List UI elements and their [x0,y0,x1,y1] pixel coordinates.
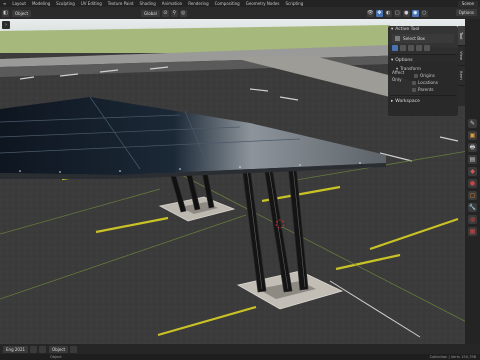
divider [390,54,456,55]
mode-invert-icon[interactable] [416,44,422,51]
tab-compositing[interactable]: Compositing [212,0,243,7]
affect-only-row: Affect Only Origins [388,70,458,82]
mode-selector[interactable]: Object [49,345,69,353]
proportional-edit-icon[interactable]: ◎ [179,9,187,17]
locations-checkbox[interactable] [412,80,416,85]
overlays-icon[interactable]: ◐ [384,9,392,17]
gizmo-icon[interactable]: ✥ [375,9,383,17]
parents-row: Parents [388,86,458,93]
modifier-properties-icon[interactable]: 🔧 [468,203,477,212]
status-bar: Object Collection | Verts 150,798 [0,354,480,360]
tab-tool[interactable]: Tool [458,26,465,46]
output-properties-icon[interactable]: 🖶 [468,143,477,152]
parents-checkbox[interactable] [412,87,416,92]
keyframe-icon[interactable] [39,345,47,353]
select-mode-row [388,43,458,52]
chevron-down-icon: ▾ [391,58,394,63]
scene-selector[interactable]: Scene [457,0,478,7]
tab-uv-editing[interactable]: UV Editing [78,0,105,7]
object-menu[interactable]: Object [12,9,32,17]
scene-properties-icon[interactable]: ◆ [468,167,477,176]
object-properties-icon[interactable]: ▢ [468,191,477,200]
mode-set-icon[interactable] [392,44,398,51]
tab-modeling[interactable]: Modeling [29,0,53,7]
select-box-icon [395,36,400,41]
mode-subtract-icon[interactable] [408,44,414,51]
render-properties-icon[interactable]: ▣ [468,131,477,140]
snap-icon[interactable]: ⚲ [170,9,178,17]
tab-scripting[interactable]: Scripting [282,0,306,7]
workspace-header: Workspace [395,99,420,104]
tab-view[interactable]: View [458,46,465,66]
workspace-section[interactable]: ▸ Workspace [388,98,458,106]
blender-window: ≡ Layout Modeling Sculpting UV Editing T… [0,0,480,360]
playback-icon[interactable] [30,345,38,353]
material-properties-icon[interactable]: ◍ [468,215,477,224]
tab-geometry-nodes[interactable]: Geometry Nodes [243,0,283,7]
shading-material-icon[interactable]: ◉ [411,9,419,17]
xray-icon[interactable]: ▢ [393,9,401,17]
options-header: Options [395,58,413,63]
options-button[interactable]: Options [455,9,477,16]
shading-rendered-icon[interactable]: ○ [420,9,428,17]
select-box-tool[interactable]: Select Box [392,34,454,43]
chevron-right-icon: ▸ [391,99,394,104]
mode-intersect-icon[interactable] [424,44,430,51]
parents-label: Parents [418,87,434,92]
visibility-icon[interactable]: 👁 [366,9,374,17]
tab-rendering[interactable]: Rendering [185,0,211,7]
tab-texture-paint[interactable]: Texture Paint [105,0,137,7]
chevron-down-icon: ▾ [391,27,394,32]
scene-name[interactable]: Scene [457,0,478,7]
origins-checkbox[interactable] [414,73,418,78]
active-tool-section[interactable]: ▾ Active Tool [388,26,458,34]
status-stats: Collection | Verts 150,798 [429,355,476,359]
world-properties-icon[interactable]: ● [468,179,477,188]
status-left-text: Object [50,355,62,359]
properties-tab-strip: ✎ ▣ 🖶 ▤ ◆ ● ▢ 🔧 ◍ ▦ [465,19,480,352]
texture-properties-icon[interactable]: ▦ [468,227,477,236]
divider [390,95,456,96]
timeline-bar: Eng 2021 Object [0,344,480,354]
pivot-icon[interactable]: ⊙ [161,9,169,17]
render-engine-field[interactable]: Eng 2021 [3,345,29,353]
shading-solid-icon[interactable]: ● [402,9,410,17]
toolbar-toggle-icon[interactable]: › [2,21,10,29]
mode-extend-icon[interactable] [400,44,406,51]
tab-item[interactable]: Item [458,66,465,86]
workspace-tab-bar: ≡ Layout Modeling Sculpting UV Editing T… [0,0,480,7]
editor-type-icon[interactable]: ◧ [2,9,9,17]
origins-label: Origins [420,73,435,78]
affect-only-label: Affect Only [392,69,405,82]
sidebar-tool-panel: ▾ Active Tool Select Box ▾ Options ▾ Tra… [388,26,458,116]
locations-label: Locations [418,80,438,85]
tab-shading[interactable]: Shading [137,0,159,7]
select-box-label: Select Box [403,36,426,41]
options-section[interactable]: ▾ Options [388,57,458,65]
sidebar-vertical-tabs: Tool View Item [458,26,465,106]
menu-icon[interactable]: ≡ [0,0,9,7]
tab-animation[interactable]: Animation [159,0,185,7]
active-tool-header: Active Tool [395,27,420,32]
view-layer-icon[interactable]: ▤ [468,155,477,164]
transform-orientation-dropdown[interactable]: Global [141,9,160,17]
viewport-header: ◧ Object Global ⊙ ⚲ ◎ 👁 ✥ ◐ ▢ ● ◉ ○ Opti… [0,7,480,19]
tab-layout[interactable]: Layout [9,0,29,7]
tab-sculpting[interactable]: Sculpting [53,0,78,7]
settings-icon[interactable] [70,345,78,353]
tool-properties-icon[interactable]: ✎ [468,119,477,128]
